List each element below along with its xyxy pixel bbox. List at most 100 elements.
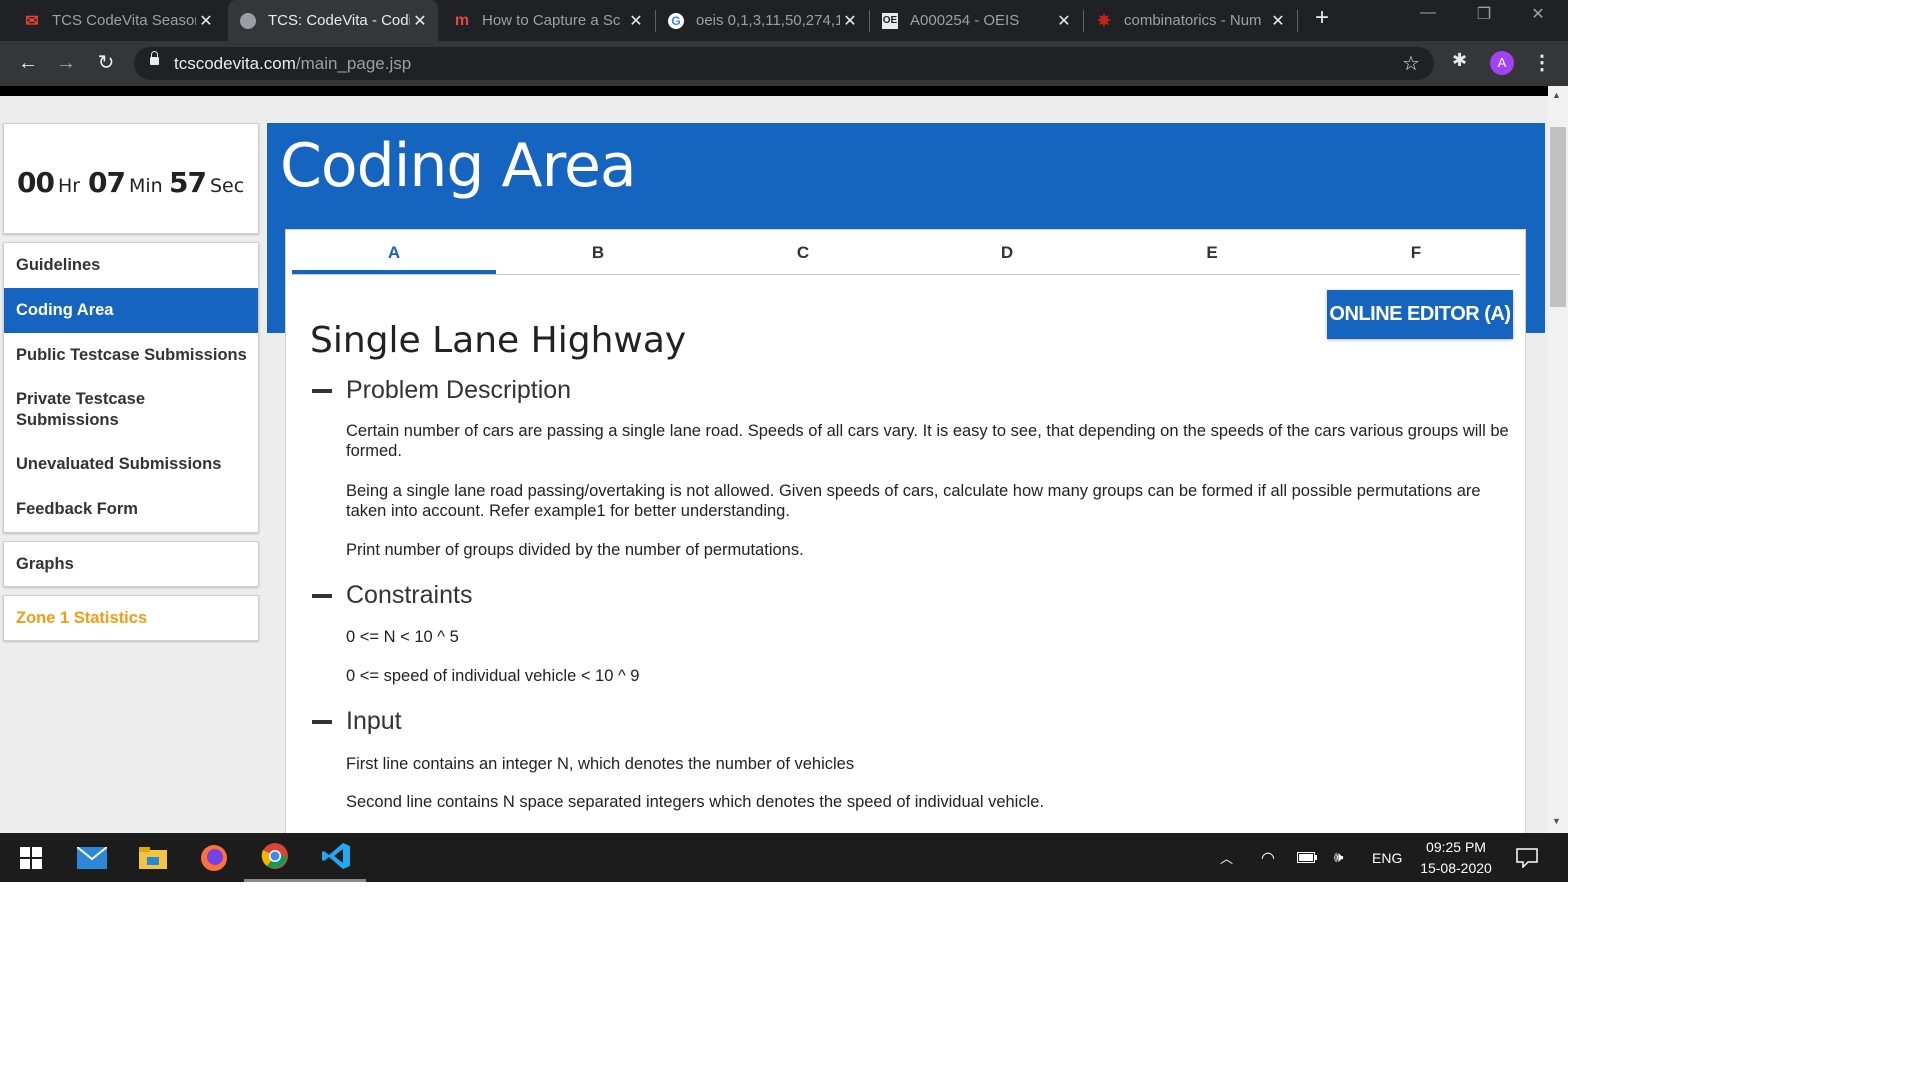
timer-minutes: 07 Min (88, 166, 163, 199)
notification-icon[interactable] (1516, 833, 1538, 882)
back-arrow-icon[interactable]: ← (14, 49, 42, 77)
browser-tab[interactable]: m How to Capture a Sc ✕ (442, 0, 654, 41)
oeis-icon: OE (882, 12, 898, 29)
online-editor-button[interactable]: ONLINE EDITOR (A) (1327, 290, 1513, 339)
vscode-icon[interactable] (305, 833, 366, 882)
chrome-icon[interactable] (244, 833, 305, 882)
browser-tab-strip: ✉ TCS CodeVita Season ✕ TCS: CodeVita - … (0, 0, 1568, 41)
chrome-menu-icon[interactable]: ⋮ (1532, 50, 1552, 75)
extensions-puzzle-icon[interactable]: ✱ (1452, 50, 1467, 71)
timer-hours: 00 Hr (17, 166, 81, 199)
new-tab-button[interactable]: + (1310, 4, 1334, 36)
close-tab-icon[interactable]: ✕ (1054, 11, 1074, 31)
page-scrollbar[interactable]: ▲ ▼ (1548, 86, 1568, 833)
tab-title: oeis 0,1,3,11,50,274,1 (696, 12, 840, 29)
problem-title: Single Lane Highway (310, 320, 687, 361)
scrollbar-thumb[interactable] (1550, 127, 1566, 307)
page-content: 00 Hr 07 Min 57 Sec Guidelines Coding Area … (0, 96, 1548, 833)
m-icon: m (454, 11, 470, 29)
problem-card: A B C D E F ONLINE EDITOR (A) Single Lan… (285, 229, 1526, 833)
gmail-icon: ✉ (25, 12, 39, 30)
language-indicator[interactable]: ENG (1372, 833, 1402, 882)
minimize-icon[interactable]: — (1408, 4, 1448, 34)
collapse-icon (312, 719, 332, 724)
google-icon: G (668, 12, 684, 29)
graphs-link[interactable]: Graphs (3, 541, 259, 587)
tray-overflow-icon[interactable]: ︿ (1220, 833, 1233, 882)
sidebar-menu: Guidelines Coding Area Public Testcase S… (3, 242, 259, 533)
browser-tab[interactable]: ✸ combinatorics - Num ✕ (1084, 0, 1296, 41)
start-icon[interactable] (0, 833, 61, 882)
collapse-icon (312, 388, 332, 393)
url-text: tcscodevita.com/main_page.jsp (174, 54, 411, 74)
tab-problem-d[interactable]: D (905, 230, 1109, 274)
description-paragraph: Certain number of cars are passing a sin… (346, 422, 1509, 460)
forward-arrow-icon[interactable]: → (52, 49, 80, 77)
description-paragraph: Being a single lane road passing/overtak… (346, 482, 1481, 520)
problem-description-toggle[interactable]: Problem Description (312, 376, 571, 405)
timer-seconds: 57 Sec (169, 166, 245, 199)
tab-problem-e[interactable]: E (1110, 230, 1314, 274)
tab-title: TCS CodeVita Season (52, 12, 196, 29)
clock-time: 09:25 PM (1426, 839, 1486, 855)
input-toggle[interactable]: Input (312, 707, 402, 736)
scroll-down-icon[interactable]: ▼ (1552, 816, 1561, 826)
wifi-icon[interactable]: ◠ (1261, 833, 1275, 882)
sidebar-item-feedback[interactable]: Feedback Form (4, 487, 258, 532)
windows-taskbar: ︿ ◠ 🕪 ENG 09:25 PM 15-08-2020 (0, 833, 1568, 882)
mail-icon[interactable] (61, 833, 122, 882)
tab-title: How to Capture a Sc (482, 12, 621, 29)
restore-icon[interactable]: ❐ (1464, 4, 1504, 34)
url-path: /main_page.jsp (295, 54, 412, 73)
browser-toolbar: ← → ↻ tcscodevita.com/main_page.jsp ☆ (0, 41, 1568, 86)
problem-tabs: A B C D E F (292, 230, 1520, 275)
sidebar-item-coding-area[interactable]: Coding Area (4, 288, 258, 333)
tab-problem-b[interactable]: B (496, 230, 700, 274)
profile-avatar[interactable]: A (1490, 51, 1514, 75)
zone-statistics-link[interactable]: Zone 1 Statistics (3, 595, 259, 641)
close-window-icon[interactable]: ✕ (1518, 4, 1558, 34)
url-domain: tcscodevita.com (174, 54, 296, 73)
globe-icon (240, 12, 256, 29)
battery-icon[interactable] (1297, 833, 1317, 882)
close-tab-icon[interactable]: ✕ (626, 11, 646, 31)
countdown-timer: 00 Hr 07 Min 57 Sec (3, 123, 259, 234)
section-heading: Constraints (346, 581, 473, 609)
input-line: First line contains an integer N, which … (346, 755, 855, 773)
lock-icon (150, 51, 159, 65)
scroll-up-icon[interactable]: ▲ (1552, 90, 1561, 100)
browser-tab-active[interactable]: TCS: CodeVita - Codi ✕ (228, 0, 438, 41)
constraint-line: 0 <= N < 10 ^ 5 (346, 628, 459, 646)
browser-tab[interactable]: ✉ TCS CodeVita Season ✕ (12, 0, 224, 41)
mathse-icon: ✸ (1097, 12, 1111, 30)
reload-icon[interactable]: ↻ (92, 49, 120, 77)
section-heading: Problem Description (346, 376, 572, 404)
close-tab-icon[interactable]: ✕ (196, 11, 216, 31)
close-tab-icon[interactable]: ✕ (410, 11, 430, 31)
clock-date: 15-08-2020 (1420, 860, 1492, 876)
system-clock[interactable]: 09:25 PM 15-08-2020 (1404, 837, 1508, 879)
description-paragraph: Print number of groups divided by the nu… (346, 541, 804, 559)
volume-icon[interactable]: 🕪 (1334, 833, 1343, 882)
browser-tab[interactable]: OE A000254 - OEIS ✕ (870, 0, 1082, 41)
sidebar-item-public-testcase[interactable]: Public Testcase Submissions (4, 333, 258, 378)
firefox-icon[interactable] (183, 833, 244, 882)
tab-problem-f[interactable]: F (1314, 230, 1518, 274)
page-title: Coding Area (280, 131, 637, 201)
bookmark-star-icon[interactable]: ☆ (1402, 51, 1420, 76)
sidebar-item-private-testcase[interactable]: Private Testcase Submissions (4, 378, 258, 442)
constraints-toggle[interactable]: Constraints (312, 581, 472, 610)
constraint-line: 0 <= speed of individual vehicle < 10 ^ … (346, 667, 640, 685)
sidebar-item-unevaluated[interactable]: Unevaluated Submissions (4, 442, 258, 487)
address-bar[interactable]: tcscodevita.com/main_page.jsp ☆ (134, 47, 1434, 80)
close-tab-icon[interactable]: ✕ (1268, 11, 1288, 31)
browser-tab[interactable]: G oeis 0,1,3,11,50,274,1 ✕ (656, 0, 868, 41)
close-tab-icon[interactable]: ✕ (840, 11, 860, 31)
tab-problem-a[interactable]: A (292, 230, 496, 274)
file-explorer-icon[interactable] (122, 833, 183, 882)
tab-separator (1297, 10, 1298, 32)
sidebar-item-guidelines[interactable]: Guidelines (4, 243, 258, 288)
sidebar-item-label: Private Testcase Submissions (16, 390, 146, 429)
tab-problem-c[interactable]: C (701, 230, 905, 274)
tab-title: A000254 - OEIS (910, 12, 1020, 29)
